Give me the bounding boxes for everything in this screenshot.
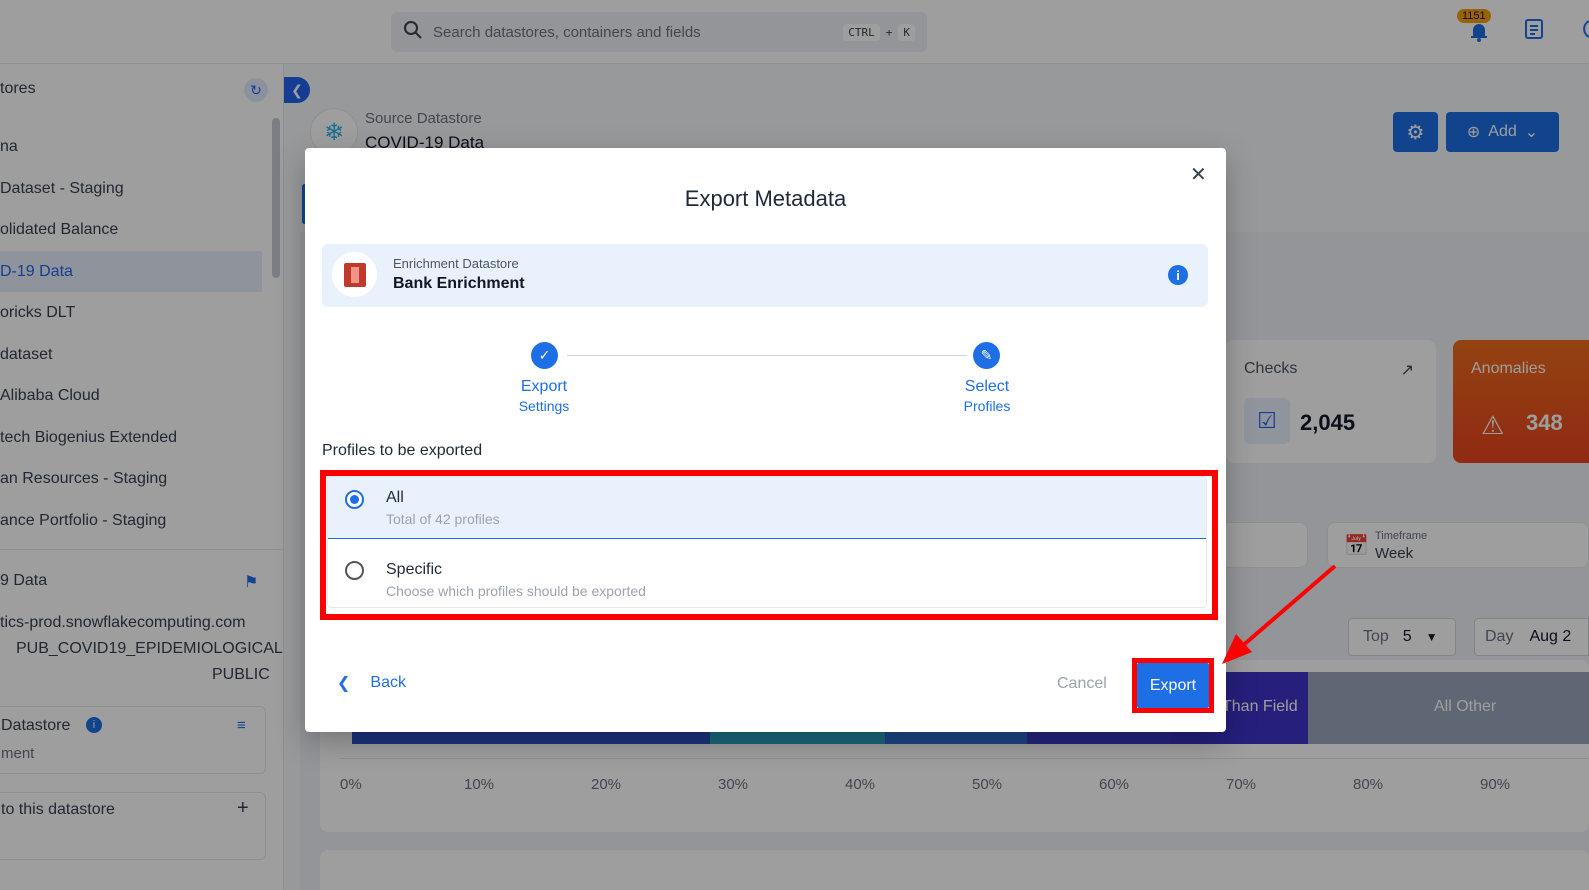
chevron-left-icon: ❮ [337, 675, 351, 692]
profiles-title: Profiles to be exported [322, 442, 483, 459]
step-1-sublabel[interactable]: Settings [484, 398, 604, 414]
s3-bucket-icon [332, 252, 377, 297]
info-icon[interactable]: i [1168, 265, 1188, 285]
highlight-box [320, 470, 1218, 620]
step-1-label[interactable]: Export [484, 378, 604, 396]
close-icon[interactable]: ✕ [1190, 162, 1207, 187]
step-2-label[interactable]: Select [927, 378, 1047, 396]
enrichment-datastore-name: Bank Enrichment [393, 275, 525, 292]
enrichment-datastore-banner: Enrichment Datastore Bank Enrichment i [322, 244, 1208, 307]
check-icon[interactable]: ✓ [531, 342, 558, 369]
dialog-title: Export Metadata [684, 186, 847, 211]
stepper-line [567, 355, 967, 356]
cancel-button[interactable]: Cancel [1057, 675, 1107, 693]
enrichment-datastore-label: Enrichment Datastore [393, 256, 519, 271]
back-label: Back [370, 674, 406, 691]
export-metadata-dialog: Export Metadata ✕ Enrichment Datastore B… [305, 148, 1226, 732]
pencil-icon[interactable]: ✎ [973, 342, 1000, 369]
back-button[interactable]: ❮ Back [337, 673, 406, 693]
step-2-sublabel[interactable]: Profiles [927, 398, 1047, 414]
export-button[interactable]: Export [1137, 663, 1209, 708]
